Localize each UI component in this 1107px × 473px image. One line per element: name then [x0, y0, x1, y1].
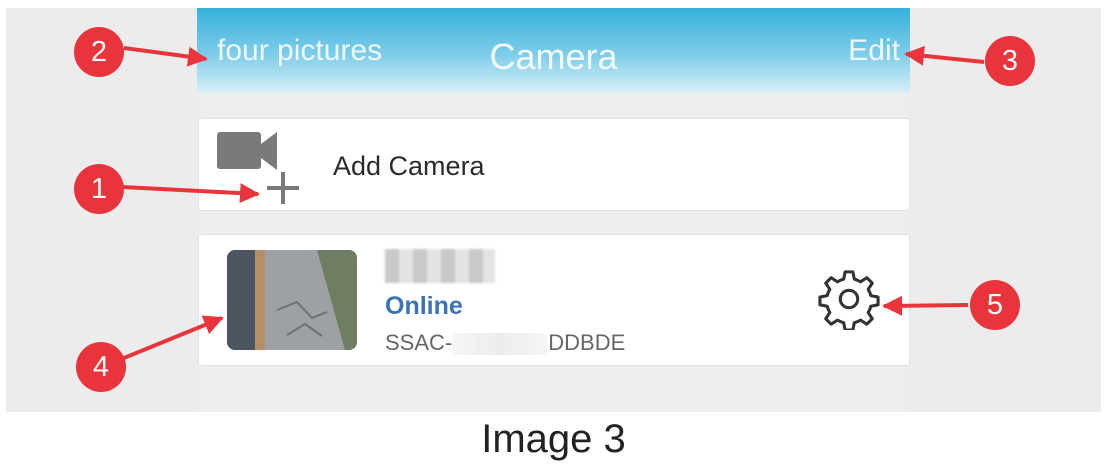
- arrow-to-add-camera: [121, 183, 260, 204]
- callout-3: 3: [985, 36, 1035, 86]
- callout-2: 2: [74, 27, 124, 77]
- arrow-to-edit: [904, 45, 985, 66]
- callout-1: 1: [74, 164, 124, 214]
- figure-caption: Image 3: [481, 417, 626, 461]
- arrow-to-gear: [882, 295, 969, 316]
- annotation-arrows: [121, 45, 985, 360]
- callout-4: 4: [76, 342, 126, 392]
- arrow-to-thumbnail: [123, 315, 224, 360]
- arrow-to-four-pictures: [123, 46, 208, 67]
- callout-5: 5: [970, 280, 1020, 330]
